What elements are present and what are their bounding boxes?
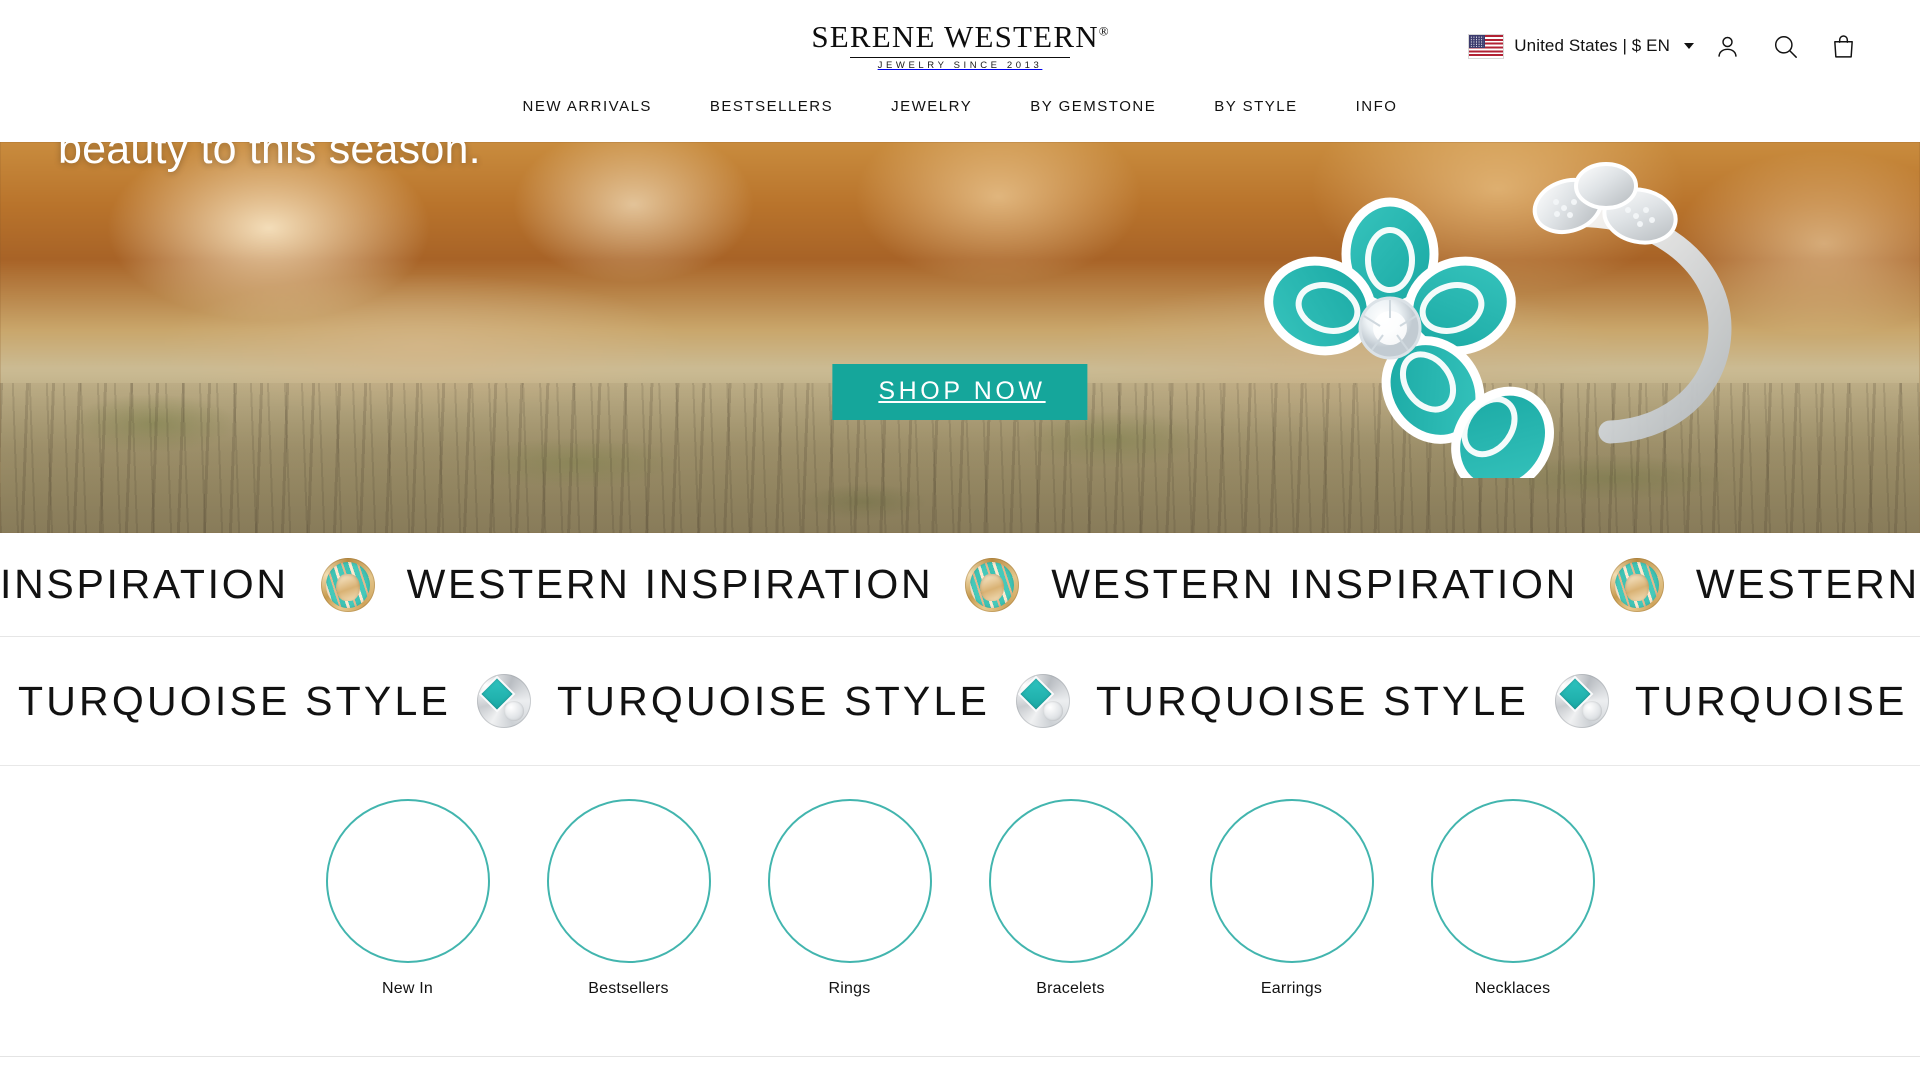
category-item-necklaces[interactable]: Necklaces bbox=[1430, 799, 1595, 998]
category-thumbnail bbox=[988, 799, 1153, 963]
category-item-new-in[interactable]: New In bbox=[325, 799, 490, 998]
marquee-text-top: WESTERN INSPIRATION bbox=[406, 561, 934, 607]
marquee-turquoise-style: TURQUOISE STYLE TURQUOISE STYLE TURQUOIS… bbox=[0, 637, 1920, 766]
marquee-text-bottom: TURQUOISE STYLE bbox=[557, 677, 991, 724]
marquee-item: WESTERN INSPIRATION bbox=[1664, 558, 1920, 612]
search-icon bbox=[1774, 35, 1797, 58]
header-utility-group: United States | $ EN bbox=[1464, 0, 1872, 92]
logo-divider-rule bbox=[850, 57, 1070, 59]
category-item-bracelets[interactable]: Bracelets bbox=[988, 799, 1153, 998]
brand-logo-text: SERENE WESTERN bbox=[811, 19, 1099, 55]
locale-label: United States | $ EN bbox=[1514, 36, 1670, 55]
category-thumbnail bbox=[1430, 799, 1595, 963]
marquee-text-top: WESTERN INSPIRATION bbox=[1051, 561, 1578, 607]
nav-item-bestsellers[interactable]: BESTSELLERS bbox=[681, 98, 862, 115]
account-icon bbox=[1717, 36, 1737, 57]
main-navigation: NEW ARRIVALS BESTSELLERS JEWELRY BY GEMS… bbox=[0, 92, 1920, 142]
marquee-text-bottom: TURQUOISE STYLE bbox=[1096, 677, 1530, 724]
hero-headline: beauty to this season. bbox=[58, 142, 481, 173]
marquee-text-bottom: TURQUOISE STYLE bbox=[18, 677, 452, 724]
gold-turquoise-ring-icon bbox=[965, 557, 1020, 612]
category-item-rings[interactable]: Rings bbox=[767, 799, 932, 998]
account-icon-button[interactable] bbox=[1698, 17, 1756, 75]
category-thumbnail bbox=[325, 799, 490, 963]
search-icon-button[interactable] bbox=[1756, 17, 1814, 75]
marquee-text-top: WESTERN INSPIRATION bbox=[1695, 561, 1920, 607]
category-label: Necklaces bbox=[1474, 980, 1551, 997]
registered-trademark-icon: ® bbox=[1098, 23, 1109, 39]
us-flag-icon bbox=[1468, 33, 1505, 59]
site-header: SERENE WESTERN® JEWELRY SINCE 2013 Unite… bbox=[0, 0, 1920, 142]
category-thumbnail bbox=[546, 799, 711, 963]
silver-turquoise-ring-icon bbox=[1016, 674, 1071, 728]
marquee-item: TURQUOISE STYLE bbox=[1016, 674, 1555, 728]
category-shortcut-row: New In Bestsellers Rings Bracelets Earri… bbox=[0, 766, 1920, 1034]
marquee-western-inspiration: WESTERN INSPIRATION WESTERN INSPIRATION … bbox=[0, 533, 1920, 637]
silver-turquoise-ring-icon bbox=[477, 674, 532, 728]
gold-turquoise-ring-icon bbox=[320, 557, 375, 612]
marquee-item: TURQUOISE STYLE bbox=[1555, 674, 1920, 728]
brand-logo-wordmark: SERENE WESTERN® bbox=[811, 21, 1108, 56]
brand-logo[interactable]: SERENE WESTERN® JEWELRY SINCE 2013 bbox=[811, 21, 1108, 71]
chevron-down-icon bbox=[1684, 43, 1694, 49]
marquee-item: WESTERN INSPIRATION bbox=[1019, 557, 1664, 612]
gold-turquoise-ring-icon bbox=[1609, 557, 1664, 612]
category-thumbnail bbox=[767, 799, 932, 963]
nav-item-jewelry[interactable]: JEWELRY bbox=[862, 98, 1001, 115]
category-item-earrings[interactable]: Earrings bbox=[1209, 799, 1374, 998]
category-label: New In bbox=[382, 980, 433, 997]
marquee-text-top: WESTERN INSPIRATION bbox=[0, 561, 289, 607]
category-thumbnail bbox=[1209, 799, 1374, 963]
shop-now-button[interactable]: SHOP NOW bbox=[832, 364, 1088, 420]
brand-tagline: JEWELRY SINCE 2013 bbox=[877, 60, 1043, 72]
category-label: Earrings bbox=[1260, 980, 1323, 997]
category-label: Rings bbox=[828, 980, 871, 997]
nav-item-new-arrivals[interactable]: NEW ARRIVALS bbox=[494, 98, 681, 115]
category-label: Bestsellers bbox=[588, 980, 669, 997]
page-section-divider bbox=[0, 1056, 1920, 1057]
cart-icon-button[interactable] bbox=[1814, 17, 1872, 75]
nav-item-info[interactable]: INFO bbox=[1327, 98, 1427, 115]
marquee-track-top: WESTERN INSPIRATION WESTERN INSPIRATION … bbox=[0, 557, 1920, 612]
marquee-item: TURQUOISE STYLE bbox=[477, 674, 1016, 728]
marquee-item: WESTERN INSPIRATION bbox=[0, 557, 375, 612]
hero-banner: beauty to this season. SHOP NOW bbox=[0, 142, 1920, 533]
category-item-bestsellers[interactable]: Bestsellers bbox=[546, 799, 711, 998]
locale-selector[interactable]: United States | $ EN bbox=[1464, 28, 1698, 65]
category-label: Bracelets bbox=[1036, 980, 1105, 997]
nav-item-by-gemstone[interactable]: BY GEMSTONE bbox=[1001, 98, 1185, 115]
marquee-item: WESTERN INSPIRATION bbox=[375, 557, 1020, 612]
silver-turquoise-ring-icon bbox=[1555, 674, 1610, 728]
hero-turquoise-flower-rings bbox=[1264, 162, 1732, 478]
cart-icon bbox=[1833, 34, 1853, 58]
header-top-bar: SERENE WESTERN® JEWELRY SINCE 2013 Unite… bbox=[0, 0, 1920, 92]
marquee-text-bottom: TURQUOISE STYLE bbox=[1635, 677, 1920, 724]
marquee-item: TURQUOISE STYLE bbox=[0, 674, 477, 728]
nav-item-by-style[interactable]: BY STYLE bbox=[1185, 98, 1326, 115]
marquee-track-bottom: TURQUOISE STYLE TURQUOISE STYLE TURQUOIS… bbox=[0, 674, 1920, 728]
